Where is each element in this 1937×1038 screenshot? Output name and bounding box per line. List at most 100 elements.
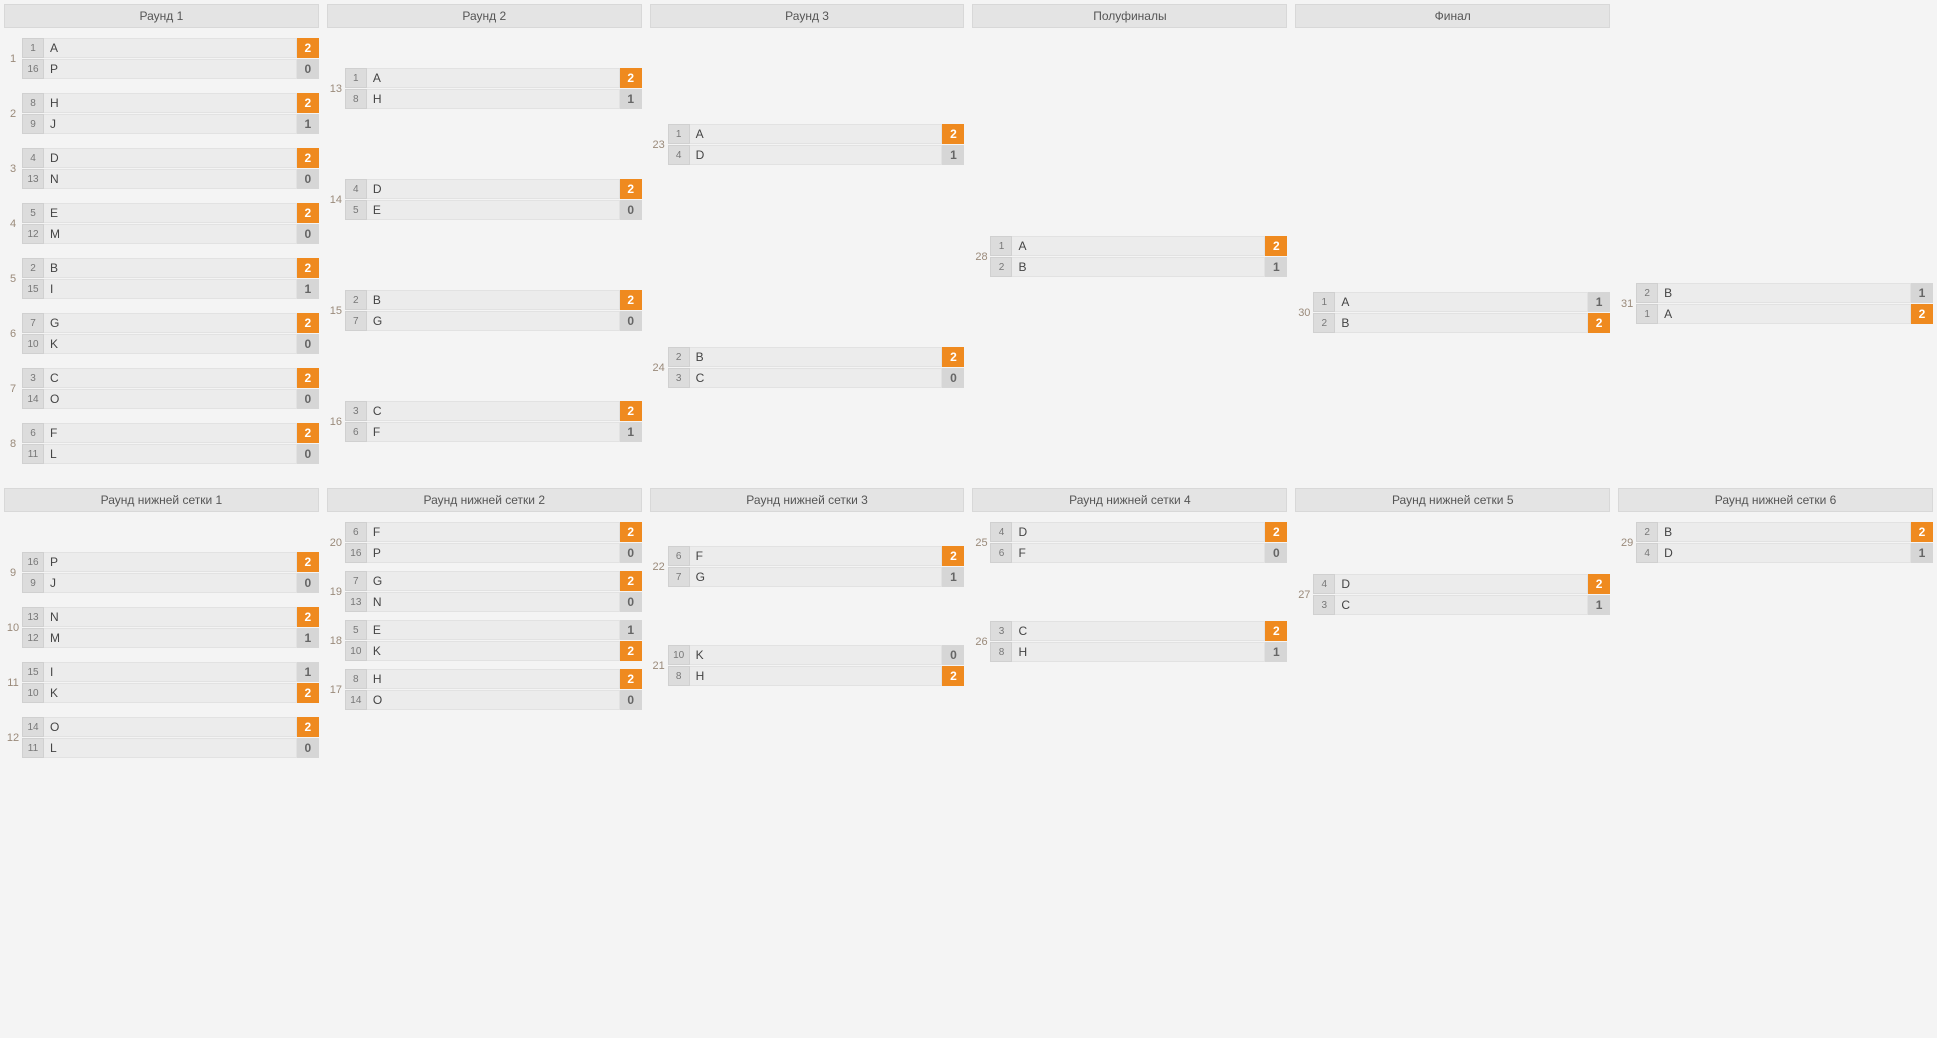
match: 67G210K0 [4,313,319,354]
player-name: H [44,93,297,113]
seed: 6 [990,543,1012,563]
score: 2 [297,38,319,58]
match-row: 10K0 [22,334,319,354]
seed: 7 [345,311,367,331]
match-row: 1A1 [1313,292,1610,312]
match: 11A216P0 [4,38,319,79]
seed: 10 [22,683,44,703]
match-row: 8H1 [990,642,1287,662]
match-row: 13N2 [22,607,319,627]
round-column: Раунд нижней сетки 5274D23C1 [1295,488,1610,758]
seed: 2 [1636,522,1658,542]
match-row: 5E2 [22,203,319,223]
score: 2 [620,641,642,661]
match-row: 8H2 [22,93,319,113]
score: 2 [1911,522,1933,542]
round-column: Полуфиналы281A22B1 [972,4,1287,464]
score: 2 [620,522,642,542]
score: 1 [1911,283,1933,303]
match-number: 31 [1618,298,1636,310]
player-name: K [44,334,297,354]
match-row: 12M1 [22,628,319,648]
round-header: Раунд нижней сетки 6 [1618,488,1933,512]
player-name: L [44,444,297,464]
match: 231A24D1 [650,124,965,165]
score: 1 [1911,543,1933,563]
player-name: B [367,290,620,310]
score: 0 [620,200,642,220]
round-header: Раунд нижней сетки 2 [327,488,642,512]
round-column: Раунд нижней сетки 4254D26F0263C28H1 [972,488,1287,758]
player-name: F [367,522,620,542]
match: 28H29J1 [4,93,319,134]
seed: 3 [22,368,44,388]
match-row: 1A2 [668,124,965,144]
seed: 8 [668,666,690,686]
player-name: O [44,389,297,409]
match: 2110K08H2 [650,645,965,686]
score: 0 [297,59,319,79]
player-name: C [690,368,943,388]
player-name: F [1012,543,1265,563]
player-name: A [1658,304,1911,324]
score: 0 [297,738,319,758]
player-name: H [690,666,943,686]
match-number: 4 [4,218,22,230]
score: 2 [297,258,319,278]
match-row: 6F0 [990,543,1287,563]
score: 1 [942,145,964,165]
match-number: 16 [327,416,345,428]
round-header: Раунд нижней сетки 4 [972,488,1287,512]
score: 2 [942,124,964,144]
score: 2 [1588,574,1610,594]
player-name: N [44,607,297,627]
match: 178H214O0 [327,669,642,710]
match: 45E212M0 [4,203,319,244]
player-name: P [44,552,297,572]
match: 274D23C1 [1295,574,1610,615]
seed: 6 [345,522,367,542]
player-name: A [1012,236,1265,256]
seed: 7 [668,567,690,587]
player-name: D [367,179,620,199]
seed: 4 [990,522,1012,542]
match-row: 2B2 [668,347,965,367]
match-row: 3C2 [22,368,319,388]
score: 0 [1265,543,1287,563]
player-name: F [367,422,620,442]
seed: 10 [668,645,690,665]
round-column: Раунд нижней сетки 3226F27G12110K08H2 [650,488,965,758]
match: 185E110K2 [327,620,642,661]
score: 0 [942,645,964,665]
match-row: 9J1 [22,114,319,134]
seed: 6 [668,546,690,566]
match-row: 6F2 [22,423,319,443]
match-row: 4D2 [990,522,1287,542]
player-name: D [1012,522,1265,542]
seed: 11 [22,738,44,758]
player-name: C [1335,595,1588,615]
round-column: Раунд 111A216P028H29J134D213N045E212M052… [4,4,319,464]
match-row: 11L0 [22,738,319,758]
seed: 1 [1636,304,1658,324]
match-row: 4D1 [1636,543,1933,563]
score: 2 [297,93,319,113]
round-column: 312B11A2 [1618,4,1933,464]
score: 0 [297,334,319,354]
seed: 12 [22,224,44,244]
score: 2 [1911,304,1933,324]
player-name: G [367,571,620,591]
match-number: 6 [4,328,22,340]
match-row: 10K0 [668,645,965,665]
round-header: Раунд нижней сетки 1 [4,488,319,512]
match: 163C26F1 [327,401,642,442]
player-name: K [690,645,943,665]
match-row: 3C2 [990,621,1287,641]
round-column: Раунд нижней сетки 1916P29J01013N212M111… [4,488,319,758]
match-number: 27 [1295,589,1313,601]
score: 2 [1588,313,1610,333]
score: 2 [297,148,319,168]
match-number: 20 [327,537,345,549]
player-name: A [1335,292,1588,312]
player-name: J [44,114,297,134]
